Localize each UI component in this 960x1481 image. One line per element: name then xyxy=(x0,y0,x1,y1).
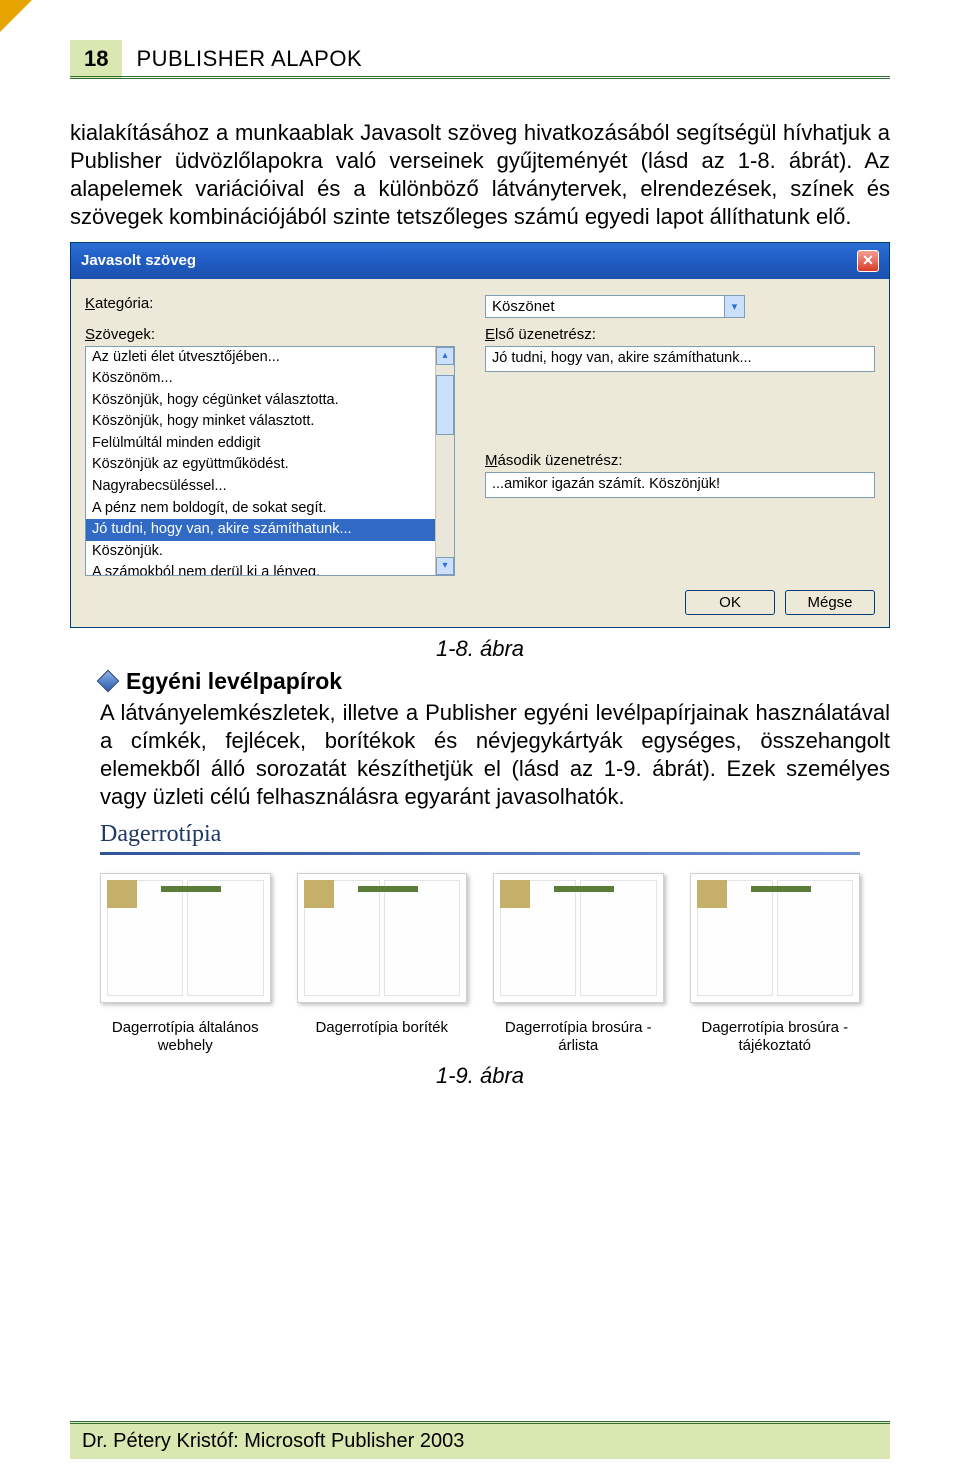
gallery-item[interactable]: Dagerrotípia általános webhely xyxy=(100,873,271,1055)
scroll-thumb[interactable] xyxy=(436,375,454,435)
label-kategoria: Kategória: xyxy=(85,295,455,312)
combo-kategoria[interactable]: Köszönet ▾ xyxy=(485,295,745,318)
thumbnail-preview xyxy=(297,873,468,1003)
gallery-item[interactable]: Dagerrotípia brosúra - tájékoztató xyxy=(690,873,861,1055)
gallery-dagerrotipia: Dagerrotípia Dagerrotípia általános webh… xyxy=(100,821,860,1055)
list-item[interactable]: Köszönjük. xyxy=(86,541,435,563)
label-masodik-uzenetresz: Második üzenetrész: xyxy=(485,452,875,469)
body-paragraph-2: A látványelemkészletek, illetve a Publis… xyxy=(100,699,890,812)
cancel-button[interactable]: Mégse xyxy=(785,590,875,615)
thumbnail-preview xyxy=(493,873,664,1003)
chapter-title: PUBLISHER ALAPOK xyxy=(122,40,890,79)
section-heading: Egyéni levélpapírok xyxy=(100,668,890,695)
list-item[interactable]: Az üzleti élet útvesztőjében... xyxy=(86,347,435,369)
list-item[interactable]: Köszönjük, hogy minket választott. xyxy=(86,411,435,433)
figure-1-caption: 1-8. ábra xyxy=(70,636,890,662)
thumbnail-preview xyxy=(100,873,271,1003)
dialog-title: Javasolt szöveg xyxy=(81,252,196,269)
thumbnail-label: Dagerrotípia boríték xyxy=(315,1019,448,1037)
list-item[interactable]: Jó tudni, hogy van, akire számíthatunk..… xyxy=(86,519,435,541)
list-item[interactable]: Nagyrabecsüléssel... xyxy=(86,476,435,498)
chevron-down-icon[interactable]: ▾ xyxy=(724,296,744,317)
page-footer: Dr. Pétery Kristóf: Microsoft Publisher … xyxy=(70,1421,890,1459)
scroll-up-icon[interactable]: ▴ xyxy=(436,347,454,365)
close-icon: ✕ xyxy=(862,252,874,269)
page-number: 18 xyxy=(70,40,122,79)
diamond-bullet-icon xyxy=(97,670,120,693)
list-item[interactable]: Köszönöm... xyxy=(86,368,435,390)
heading-egyeni-levelpapirok: Egyéni levélpapírok xyxy=(126,668,342,695)
dialog-javasolt-szoveg: Javasolt szöveg ✕ Kategória: Köszönet ▾ … xyxy=(70,242,890,628)
dialog-titlebar: Javasolt szöveg ✕ xyxy=(71,243,889,279)
footer-text: Dr. Pétery Kristóf: Microsoft Publisher … xyxy=(70,1421,890,1459)
list-item[interactable]: Köszönjük, hogy cégünket választotta. xyxy=(86,390,435,412)
list-item[interactable]: Felülmúltál minden eddigit xyxy=(86,433,435,455)
thumbnail-label: Dagerrotípia általános webhely xyxy=(100,1019,271,1055)
page-header: 18 PUBLISHER ALAPOK xyxy=(70,40,890,79)
gallery-title: Dagerrotípia xyxy=(100,821,860,852)
list-item[interactable]: A számokból nem derül ki a lényeg. xyxy=(86,562,435,574)
input-masodik-uzenetresz[interactable]: ...amikor igazán számít. Köszönjük! xyxy=(485,472,875,498)
combo-kategoria-value: Köszönet xyxy=(486,296,724,317)
gallery-item[interactable]: Dagerrotípia boríték xyxy=(297,873,468,1055)
label-szovegek: Szövegek: xyxy=(85,326,455,343)
list-item[interactable]: Köszönjük az együttműködést. xyxy=(86,454,435,476)
body-paragraph-1: kialakításához a munkaablak Javasolt szö… xyxy=(70,119,890,232)
ok-button[interactable]: OK xyxy=(685,590,775,615)
page-corner-decoration xyxy=(0,0,32,32)
scroll-down-icon[interactable]: ▾ xyxy=(436,557,454,575)
thumbnail-label: Dagerrotípia brosúra - tájékoztató xyxy=(690,1019,861,1055)
figure-2-caption: 1-9. ábra xyxy=(70,1063,890,1089)
close-button[interactable]: ✕ xyxy=(857,250,879,272)
thumbnail-label: Dagerrotípia brosúra - árlista xyxy=(493,1019,664,1055)
scrollbar[interactable]: ▴ ▾ xyxy=(435,347,454,575)
list-item[interactable]: A pénz nem boldogít, de sokat segít. xyxy=(86,498,435,520)
listbox-szovegek[interactable]: Az üzleti élet útvesztőjében...Köszönöm.… xyxy=(85,346,455,576)
gallery-divider xyxy=(100,852,860,855)
input-elso-uzenetresz[interactable]: Jó tudni, hogy van, akire számíthatunk..… xyxy=(485,346,875,372)
thumbnail-preview xyxy=(690,873,861,1003)
label-elso-uzenetresz: Első üzenetrész: xyxy=(485,326,875,343)
gallery-item[interactable]: Dagerrotípia brosúra - árlista xyxy=(493,873,664,1055)
